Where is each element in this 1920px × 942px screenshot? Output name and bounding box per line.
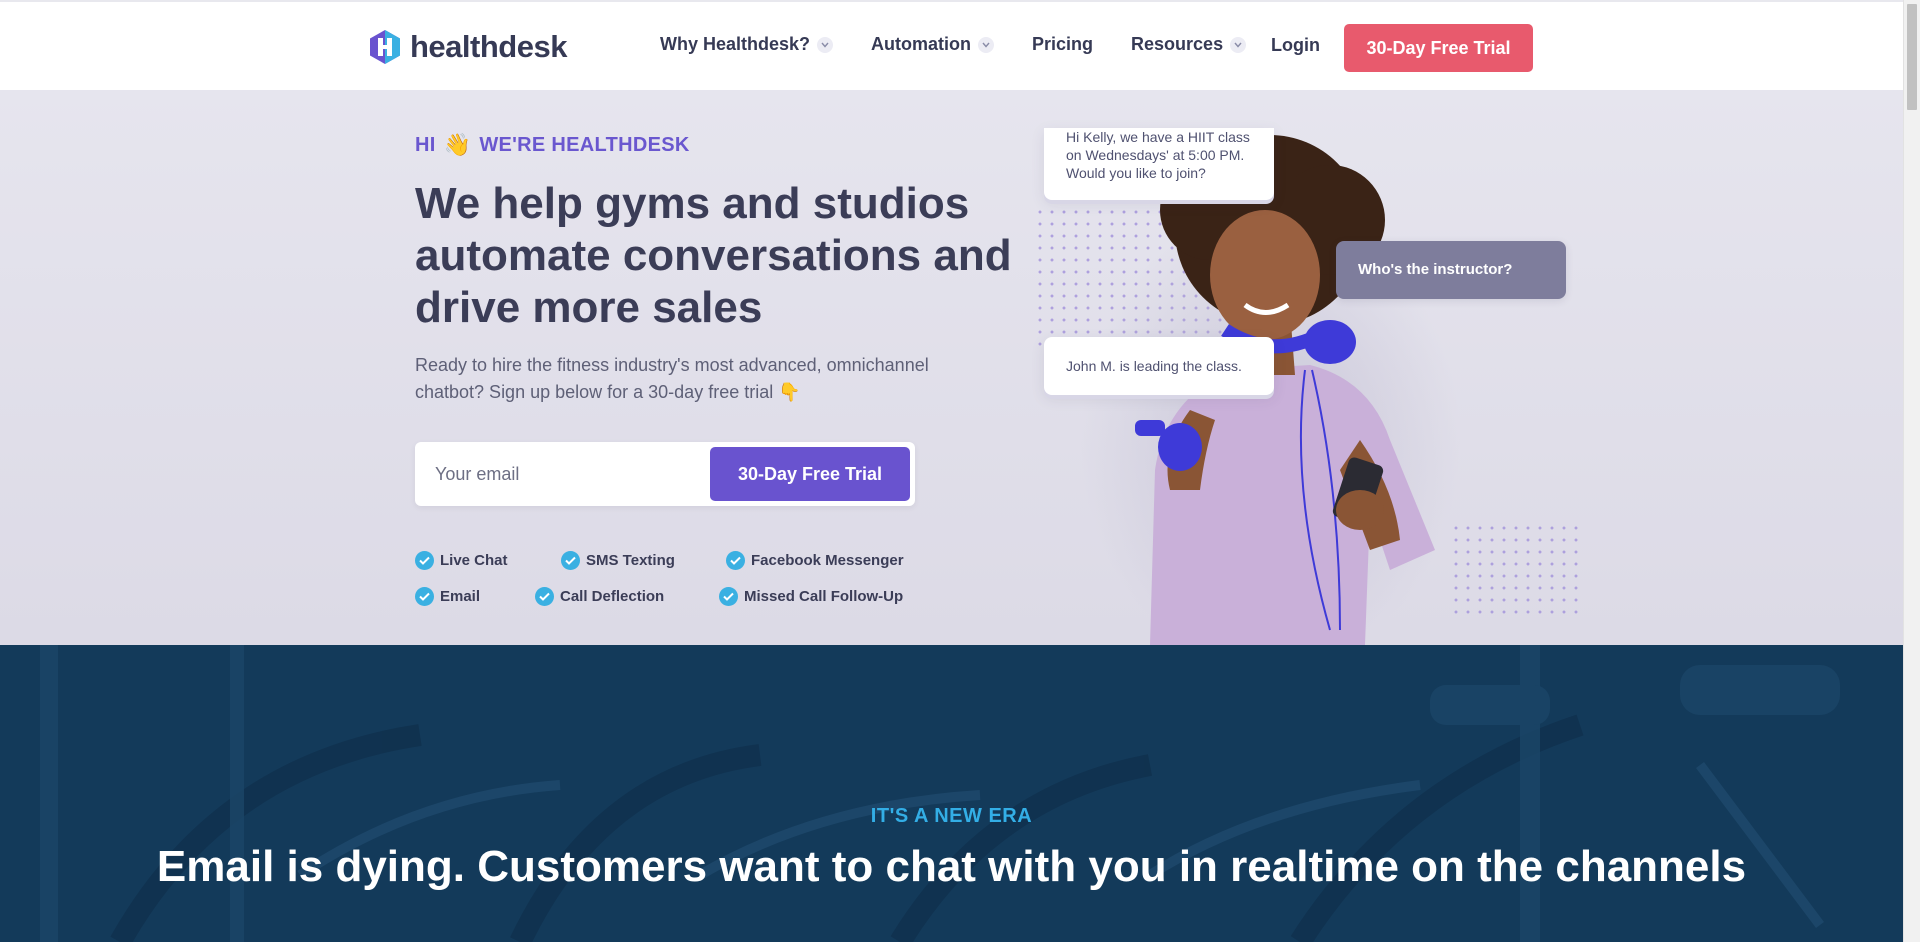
feature-email: Email [415,586,535,606]
feature-label: Missed Call Follow-Up [744,587,904,605]
feature-call-deflection: Call Deflection [535,586,719,606]
feature-label: SMS Texting [586,551,675,569]
nav-label: Pricing [1032,34,1094,54]
bot-message-2: John M. is leading the class. [1066,358,1242,374]
chevron-down-icon [817,36,834,53]
era-title: Email is dying. Customers want to chat w… [156,842,1747,891]
hero-section: HI 👋 WE'RE HEALTHDESK We help gyms and s… [0,90,1903,645]
feature-live-chat: Live Chat [415,550,561,570]
checkmark-icon [415,586,434,606]
feature-missed-call-follow-up: Missed Call Follow-Up [719,586,904,606]
chat-bubble-user: Who's the instructor? [1336,241,1566,299]
nav-resources[interactable]: Resources [1131,34,1247,55]
feature-sms-texting: SMS Texting [561,550,726,570]
form-free-trial-button[interactable]: 30-Day Free Trial [710,447,910,501]
checkmark-icon [415,550,434,570]
checkmark-icon [726,550,745,570]
healthdesk-logo-icon [370,30,400,64]
nav-label: Resources [1131,34,1224,54]
treadmills-background-image [40,645,1840,942]
main-nav: Why Healthdesk? Automation Pricing Resou… [660,34,1284,55]
feature-list: Live Chat SMS Texting Facebook Messenger… [415,542,935,614]
logo[interactable]: healthdesk [368,29,567,65]
feature-label: Email [440,587,481,605]
scrollbar-thumb[interactable] [1907,4,1917,110]
bot-message-1: Hi Kelly, we have a HIIT class on Wednes… [1066,129,1250,181]
checkmark-icon [561,550,580,570]
feature-facebook-messenger: Facebook Messenger [726,550,904,570]
checkmark-icon [535,586,554,606]
chat-bubble-bot: Hi Kelly, we have a HIIT class on Wednes… [1044,128,1274,200]
feature-row: Email Call Deflection Missed Call Follow… [415,578,935,614]
nav-label: Why Healthdesk? [660,34,811,54]
new-era-section: IT'S A NEW ERA Email is dying. Customers… [0,645,1903,942]
chevron-down-icon [978,36,995,53]
email-input[interactable] [415,442,705,506]
nav-automation[interactable]: Automation [871,34,995,55]
chevron-down-icon [1230,36,1247,53]
logo-text: healthdesk [410,29,567,64]
header-free-trial-button[interactable]: 30-Day Free Trial [1344,24,1533,72]
user-message: Who's the instructor? [1358,261,1513,278]
page-scrollbar[interactable] [1903,0,1920,942]
feature-row: Live Chat SMS Texting Facebook Messenger [415,542,935,578]
hero-subtitle: Ready to hire the fitness industry's mos… [415,355,929,402]
nav-pricing[interactable]: Pricing [1032,34,1093,55]
eyebrow-hi: HI [415,133,436,156]
feature-label: Call Deflection [560,587,665,605]
checkmark-icon [719,586,738,606]
feature-label: Facebook Messenger [751,551,904,569]
eyebrow-text: WE'RE HEALTHDESK [479,133,690,156]
site-header: healthdesk Why Healthdesk? Automation Pr… [0,0,1903,90]
login-link[interactable]: Login [1271,35,1320,56]
hero-title: We help gyms and studios automate conver… [415,179,1012,332]
chat-bubble-bot: John M. is leading the class. [1044,337,1274,395]
nav-label: Automation [871,34,972,54]
nav-why-healthdesk[interactable]: Why Healthdesk? [660,34,834,55]
feature-label: Live Chat [440,551,508,569]
era-eyebrow: IT'S A NEW ERA [870,805,1033,827]
signup-form: 30-Day Free Trial [415,442,915,506]
waving-hand-icon: 👋 [443,132,472,157]
hero-eyebrow: HI 👋 WE'RE HEALTHDESK [415,132,690,158]
